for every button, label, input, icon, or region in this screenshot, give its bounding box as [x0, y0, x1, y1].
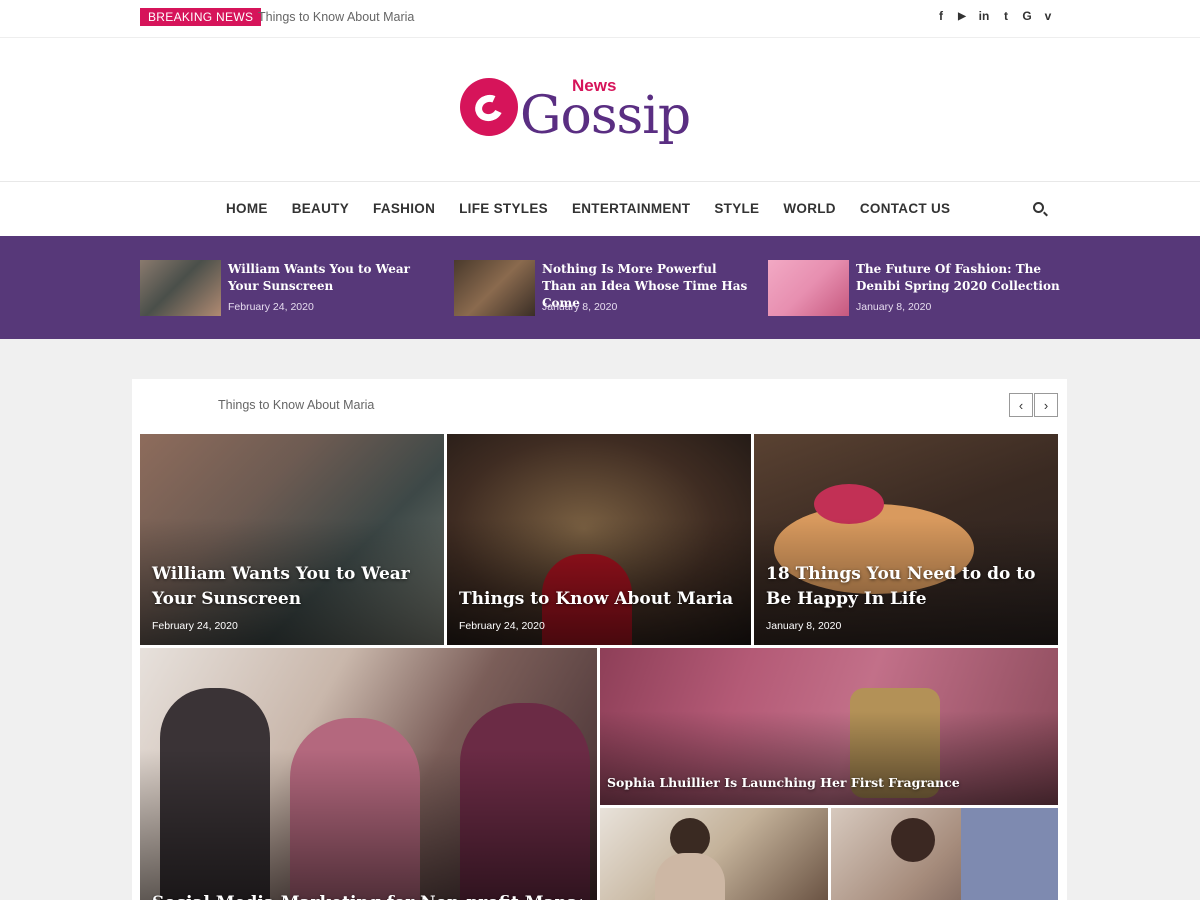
main-content: Things to Know About Maria ‹ › William W… [132, 379, 1067, 900]
search-icon[interactable] [1033, 202, 1044, 213]
band-item[interactable]: William Wants You to Wear Your Sunscreen… [140, 260, 440, 316]
post-tile-date: January 8, 2020 [766, 620, 842, 632]
site-logo[interactable]: Gossip News [460, 72, 750, 152]
nav-home[interactable]: HOME [226, 182, 268, 236]
twitter-icon[interactable]: t [1000, 8, 1012, 24]
post-tile-title[interactable]: William Wants You to Wear Your Sunscreen [152, 562, 422, 612]
nav-life-styles[interactable]: LIFE STYLES [459, 182, 548, 236]
band-item-title[interactable]: The Future Of Fashion: The Denibi Spring… [856, 261, 1066, 295]
band-item-date: February 24, 2020 [228, 301, 314, 313]
post-tile[interactable]: Sophia Lhuillier Is Launching Her First … [600, 648, 1058, 805]
nav-contact-us[interactable]: CONTACT US [860, 182, 951, 236]
band-item-date: January 8, 2020 [542, 301, 618, 313]
post-tile[interactable]: William Wants You to Wear Your Sunscreen… [140, 434, 444, 645]
site-header: Gossip News [0, 38, 1200, 182]
nav-entertainment[interactable]: ENTERTAINMENT [572, 182, 690, 236]
top-bar: BREAKING NEWS Things to Know About Maria… [0, 0, 1200, 38]
section-headline[interactable]: Things to Know About Maria [218, 398, 374, 412]
post-tile-title[interactable]: 18 Things You Need to do to Be Happy In … [766, 562, 1036, 612]
nav-world[interactable]: WORLD [783, 182, 836, 236]
breaking-news-label: BREAKING NEWS [140, 8, 262, 26]
breaking-news-headline[interactable]: Things to Know About Maria [258, 10, 414, 24]
band-thumbnail[interactable] [140, 260, 221, 316]
band-item-date: January 8, 2020 [856, 301, 932, 313]
main-nav: HOME BEAUTY FASHION LIFE STYLES ENTERTAI… [0, 182, 1200, 236]
vimeo-icon[interactable]: v [1042, 8, 1054, 24]
post-tile[interactable]: Social Media Marketing for Non-profit Ma… [140, 648, 597, 900]
post-tile-date: February 24, 2020 [459, 620, 545, 632]
post-tile[interactable]: Things to Know About Maria February 24, … [447, 434, 751, 645]
social-links: f ▶ in t G v [935, 8, 1054, 24]
band-item-title[interactable]: William Wants You to Wear Your Sunscreen [228, 261, 438, 295]
linkedin-icon[interactable]: in [977, 8, 991, 24]
logo-news-text: News [572, 76, 617, 95]
chevron-left-icon[interactable]: ‹ [1009, 393, 1033, 417]
logo-mark [460, 78, 518, 136]
chevron-right-icon[interactable]: › [1034, 393, 1058, 417]
band-item[interactable]: Nothing Is More Powerful Than an Idea Wh… [454, 260, 754, 316]
youtube-icon[interactable]: ▶ [956, 8, 968, 24]
google-icon[interactable]: G [1021, 8, 1033, 24]
nav-fashion[interactable]: FASHION [373, 182, 435, 236]
band-thumbnail[interactable] [768, 260, 849, 316]
band-thumbnail[interactable] [454, 260, 535, 316]
post-tile-title[interactable]: Sophia Lhuillier Is Launching Her First … [607, 774, 1047, 792]
post-tile[interactable] [831, 808, 1058, 900]
featured-band: William Wants You to Wear Your Sunscreen… [0, 236, 1200, 339]
facebook-icon[interactable]: f [935, 8, 947, 24]
post-tile[interactable] [600, 808, 828, 900]
nav-style[interactable]: STYLE [714, 182, 759, 236]
band-item[interactable]: The Future Of Fashion: The Denibi Spring… [768, 260, 1068, 316]
nav-beauty[interactable]: BEAUTY [292, 182, 349, 236]
post-tile[interactable]: 18 Things You Need to do to Be Happy In … [754, 434, 1058, 645]
post-tile-title[interactable]: Social Media Marketing for Non-profit Ma… [152, 891, 582, 900]
post-tile-date: February 24, 2020 [152, 620, 238, 632]
post-tile-title[interactable]: Things to Know About Maria [459, 587, 739, 612]
